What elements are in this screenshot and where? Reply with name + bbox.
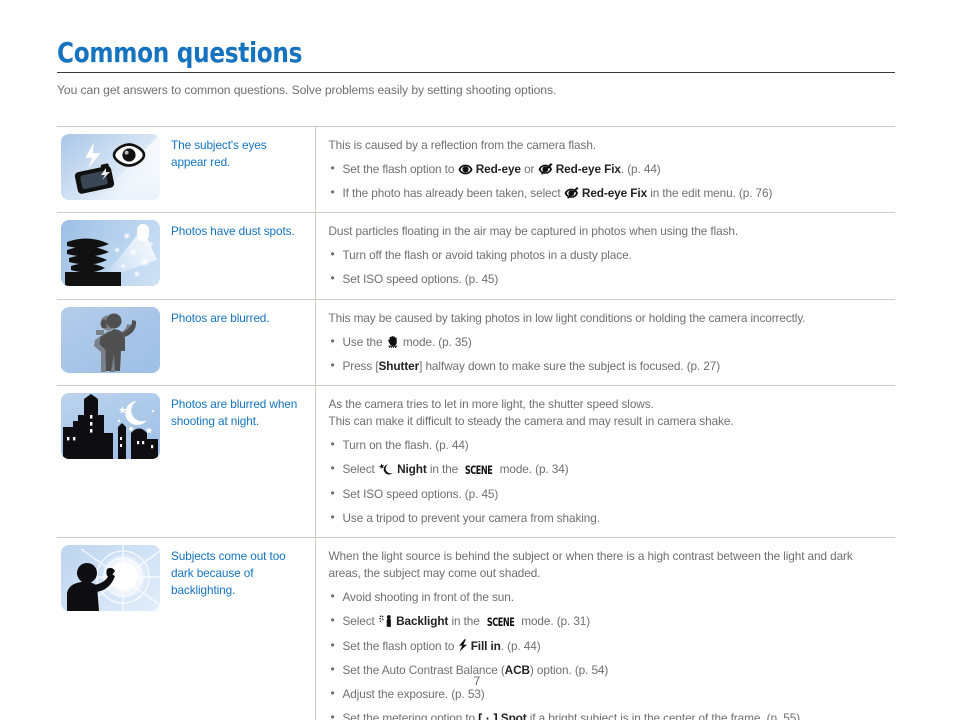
red-eye-icon (458, 164, 473, 175)
scene-mode-icon: SCENE (486, 615, 515, 630)
answer-lead-text: This is caused by a reflection from the … (328, 138, 597, 152)
answer-bullet-item: Select Night in the SCENE mode. (p. 34) (329, 460, 890, 479)
answer-bullet-item: Avoid shooting in front of the sun. (329, 588, 890, 606)
question-cell: The subject's eyes appear red. (163, 125, 316, 214)
answer-bullet-item: Set the metering option to [ · ] Spot if… (329, 709, 890, 720)
answer-cell: Dust particles floating in the air may b… (315, 212, 895, 300)
emphasised-term: Red-eye (475, 162, 521, 177)
answer-cell: This may be caused by taking photos in l… (315, 299, 895, 386)
answer-lead-text: When the light source is behind the subj… (328, 549, 853, 564)
page-subtitle: You can get answers to common questions.… (57, 83, 557, 98)
dual-is-icon (386, 335, 400, 348)
answer-bullet-item: Press [Shutter] halfway down to make sur… (329, 357, 890, 375)
answer-bullet-list: Turn off the flash or avoid taking photo… (329, 246, 890, 288)
answer-lead-text-2: areas, the subject may come out shaded. (328, 566, 541, 581)
thumbnail-cell (57, 299, 163, 386)
answer-cell: This is caused by a reflection from the … (315, 125, 895, 214)
fill-in-flash-icon (458, 639, 468, 652)
thumbnail-cell (57, 125, 163, 214)
thumbnail-cell (57, 385, 163, 539)
question-text: Photos have dust spots. (171, 224, 295, 239)
thumbnail-cell (57, 537, 163, 720)
answer-bullet-item: Use a tripod to prevent your camera from… (329, 509, 890, 527)
answer-cell: When the light source is behind the subj… (315, 537, 895, 720)
page-number: 7 (473, 676, 481, 688)
question-cell: Photos have dust spots. (163, 212, 316, 300)
manual-page: Common questions You can get answers to … (0, 0, 954, 720)
table-row: The subject's eyes appear red. This is ca… (57, 125, 895, 214)
thumb-red-eye (61, 134, 160, 200)
answer-bullet-list: Use the mode. (p. 35) Press [Shutter] hal… (329, 333, 890, 375)
table-row: Photos have dust spots. Dust particles fl… (57, 212, 895, 300)
emphasised-term: Night (397, 462, 427, 477)
question-text: Photos are blurred. (171, 310, 270, 325)
question-cell: Photos are blurred when shooting at nigh… (163, 385, 316, 539)
emphasised-term: Spot (500, 711, 527, 720)
answer-bullet-list: Turn on the flash. (p. 44) Select Night i… (329, 436, 890, 527)
emphasised-term: Shutter (378, 358, 420, 373)
question-text: Subjects come out too dark because of ba… (171, 549, 286, 597)
answer-bullet-item: Adjust the exposure. (p. 53) (329, 685, 890, 703)
table-row: Subjects come out too dark because of ba… (57, 537, 895, 720)
answer-bullet-item: Set the flash option to Fill in. (p. 44) (329, 637, 890, 655)
answer-lead-text: As the camera tries to let in more light… (328, 396, 654, 411)
answer-bullet-item: Set the flash option to Red-eye or Red-e… (329, 160, 890, 178)
title-divider (57, 72, 895, 74)
scene-mode-icon: SCENE (465, 463, 493, 478)
question-text: Photos are blurred when shooting at nigh… (171, 396, 298, 428)
answer-cell: As the camera tries to let in more light… (315, 385, 895, 539)
question-text: The subject's eyes appear red. (171, 138, 267, 169)
emphasised-term: Backlight (396, 614, 449, 629)
answer-bullet-item: If the photo has already been taken, sel… (329, 184, 890, 202)
question-cell: Photos are blurred. (163, 299, 316, 386)
thumb-backlighting (61, 545, 160, 612)
table-row: Photos are blurred. This may be caused by… (57, 299, 895, 386)
answer-bullet-list: Set the flash option to Red-eye or Red-e… (329, 160, 890, 202)
answer-lead-text: This may be caused by taking photos in l… (328, 310, 806, 325)
answer-bullet-item: Turn on the flash. (p. 44) (329, 436, 890, 454)
thumb-blurred-photo (61, 306, 160, 373)
thumb-dust-spots (61, 220, 160, 287)
question-cell: Subjects come out too dark because of ba… (163, 537, 316, 720)
night-icon (378, 463, 394, 475)
thumbnail-cell (57, 212, 163, 300)
answer-bullet-item: Turn off the flash or avoid taking photo… (329, 246, 890, 264)
common-questions-table: The subject's eyes appear red. This is ca… (57, 125, 895, 720)
red-eye-fix-icon (538, 163, 553, 175)
answer-lead-text: Dust particles floating in the air may b… (328, 224, 739, 239)
page-header: Common questions You can get answers to … (57, 38, 895, 97)
answer-lead-text-2: This can make it difficult to steady the… (328, 413, 734, 428)
emphasised-term: Fill in (470, 639, 501, 654)
answer-bullet-item: Select Backlight in the SCENE mode. (p. … (329, 612, 890, 631)
thumb-night-scene (61, 392, 160, 459)
backlight-icon (378, 615, 393, 628)
red-eye-fix-icon (564, 187, 579, 199)
table-row: Photos are blurred when shooting at nigh… (57, 385, 895, 539)
page-title: Common questions (57, 36, 303, 69)
answer-bullet-item: Set ISO speed options. (p. 45) (329, 485, 890, 503)
spot-metering-icon: [ · ] (478, 712, 498, 720)
answer-bullet-list: Avoid shooting in front of the sun. Selec… (329, 588, 890, 720)
answer-bullet-item: Use the mode. (p. 35) (329, 333, 890, 351)
answer-bullet-item: Set ISO speed options. (p. 45) (329, 270, 890, 288)
emphasised-term: Red-eye Fix (555, 162, 621, 177)
emphasised-term: Red-eye Fix (581, 186, 648, 201)
